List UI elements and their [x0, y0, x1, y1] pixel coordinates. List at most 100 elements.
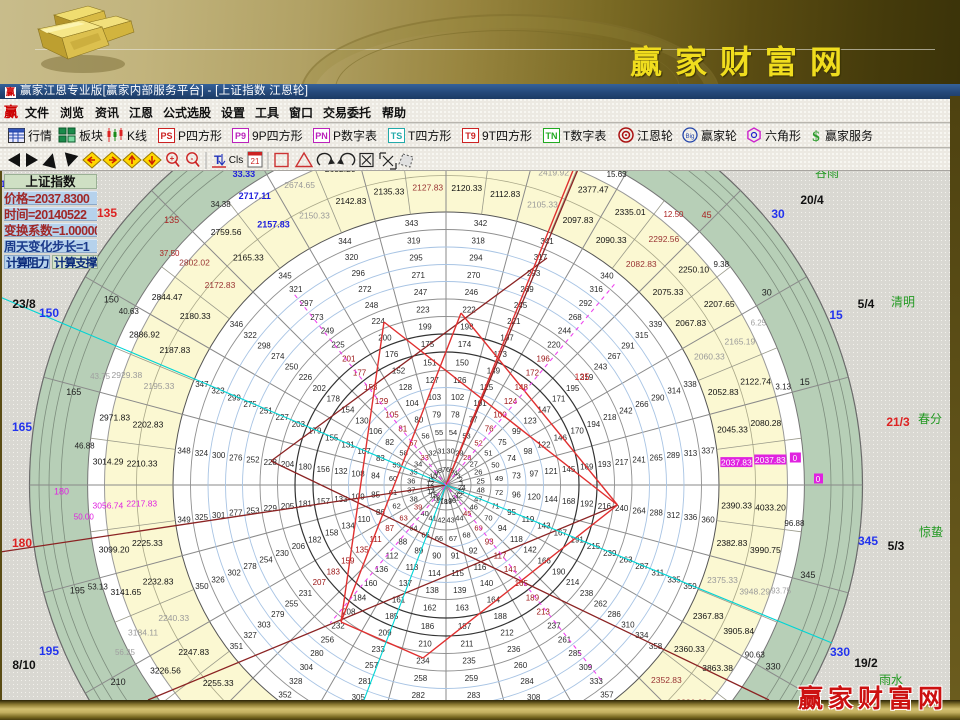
svg-text:3056.74: 3056.74: [93, 501, 124, 511]
svg-text:142: 142: [523, 546, 537, 555]
svg-text:2165.33: 2165.33: [233, 253, 264, 263]
svg-text:260: 260: [514, 661, 528, 670]
svg-text:90.63: 90.63: [745, 650, 766, 659]
svg-text:276: 276: [229, 453, 243, 462]
svg-text:156: 156: [317, 465, 331, 474]
svg-text:2135.33: 2135.33: [374, 187, 405, 197]
svg-text:292: 292: [579, 299, 593, 308]
svg-text:139: 139: [453, 586, 467, 595]
svg-text:352: 352: [278, 691, 292, 700]
svg-text:284: 284: [520, 677, 534, 686]
svg-text:328: 328: [289, 677, 303, 686]
svg-text:42: 42: [437, 516, 445, 525]
svg-text:0: 0: [793, 454, 798, 463]
svg-text:192: 192: [580, 500, 594, 509]
svg-text:2052.83: 2052.83: [708, 387, 739, 397]
svg-text:2352.83: 2352.83: [651, 675, 682, 685]
svg-text:2187.83: 2187.83: [160, 345, 191, 355]
svg-text:222: 222: [462, 305, 476, 314]
svg-text:235: 235: [462, 657, 476, 666]
svg-text:49: 49: [495, 474, 503, 483]
svg-text:280: 280: [310, 649, 324, 658]
svg-text:2080.28: 2080.28: [751, 418, 782, 428]
svg-text:30: 30: [771, 207, 785, 221]
svg-text:184: 184: [353, 594, 367, 603]
svg-text:3863.38: 3863.38: [702, 663, 733, 673]
svg-text:242: 242: [619, 407, 633, 416]
svg-text:4033.20: 4033.20: [755, 503, 786, 513]
svg-text:104: 104: [405, 399, 419, 408]
svg-text:37.50: 37.50: [159, 249, 180, 258]
svg-text:238: 238: [580, 589, 594, 598]
svg-text:183: 183: [327, 567, 341, 576]
svg-text:343: 343: [405, 219, 419, 228]
svg-text:3990.75: 3990.75: [750, 545, 781, 555]
svg-text:15: 15: [829, 308, 843, 322]
svg-text:180: 180: [12, 536, 32, 550]
svg-text:180: 180: [299, 463, 313, 472]
svg-text:谷雨: 谷雨: [815, 171, 839, 180]
svg-text:2674.65: 2674.65: [284, 180, 315, 190]
svg-text:216: 216: [598, 502, 612, 511]
svg-text:106: 106: [369, 427, 383, 436]
svg-text:74: 74: [507, 454, 516, 463]
svg-text:157: 157: [317, 497, 331, 506]
svg-text:150: 150: [39, 306, 59, 320]
svg-text:123: 123: [523, 417, 537, 426]
svg-text:262: 262: [594, 600, 608, 609]
svg-text:144: 144: [544, 495, 558, 504]
svg-text:140: 140: [480, 579, 494, 588]
svg-text:$: $: [812, 129, 820, 143]
svg-text:2335.01: 2335.01: [615, 207, 646, 217]
svg-text:72: 72: [495, 488, 503, 497]
svg-text:162: 162: [423, 604, 437, 613]
svg-text:110: 110: [358, 515, 371, 524]
svg-text:210: 210: [418, 639, 432, 648]
svg-text:128: 128: [399, 383, 413, 392]
svg-text:2202.83: 2202.83: [133, 419, 164, 429]
svg-text:32: 32: [428, 449, 436, 458]
svg-text:236: 236: [507, 645, 521, 654]
svg-text:2240.33: 2240.33: [158, 613, 189, 623]
svg-text:92: 92: [469, 547, 478, 556]
svg-text:2180.33: 2180.33: [180, 311, 211, 321]
svg-text:2097.83: 2097.83: [563, 215, 594, 225]
svg-text:2037.83: 2037.83: [721, 458, 752, 468]
svg-text:67: 67: [449, 534, 457, 543]
svg-text:2292.56: 2292.56: [649, 234, 680, 244]
svg-text:TS: TS: [391, 131, 403, 141]
svg-text:50: 50: [491, 461, 499, 470]
svg-text:296: 296: [352, 269, 366, 278]
svg-text:73: 73: [512, 472, 521, 481]
svg-text:150: 150: [456, 358, 470, 367]
svg-text:190: 190: [552, 567, 566, 576]
svg-text:30: 30: [446, 446, 454, 455]
svg-text:346: 346: [230, 320, 244, 329]
svg-text:174: 174: [458, 340, 472, 349]
svg-text:290: 290: [651, 393, 665, 402]
svg-text:TN: TN: [546, 131, 558, 141]
svg-text:2082.83: 2082.83: [626, 259, 657, 269]
svg-text:2060.33: 2060.33: [694, 352, 725, 362]
svg-text:195: 195: [70, 586, 85, 596]
svg-text:259: 259: [465, 674, 479, 683]
svg-text:264: 264: [632, 506, 646, 515]
svg-text:351: 351: [230, 642, 244, 651]
svg-text:176: 176: [385, 350, 399, 359]
svg-text:2377.47: 2377.47: [578, 185, 609, 195]
svg-text:134: 134: [341, 522, 355, 531]
svg-text:279: 279: [271, 610, 285, 619]
svg-text:252: 252: [246, 456, 260, 465]
svg-text:2360.33: 2360.33: [674, 644, 705, 654]
svg-text:303: 303: [257, 621, 271, 630]
svg-text:250: 250: [285, 362, 299, 371]
svg-text:3014.29: 3014.29: [93, 456, 124, 466]
svg-text:26: 26: [474, 468, 482, 477]
svg-text:51: 51: [484, 448, 492, 457]
svg-text:195: 195: [39, 644, 59, 658]
svg-text:132: 132: [334, 467, 348, 476]
svg-text:226: 226: [299, 373, 313, 382]
svg-text:28: 28: [463, 453, 471, 462]
svg-text:2045.33: 2045.33: [717, 424, 748, 434]
svg-text:319: 319: [407, 236, 421, 245]
